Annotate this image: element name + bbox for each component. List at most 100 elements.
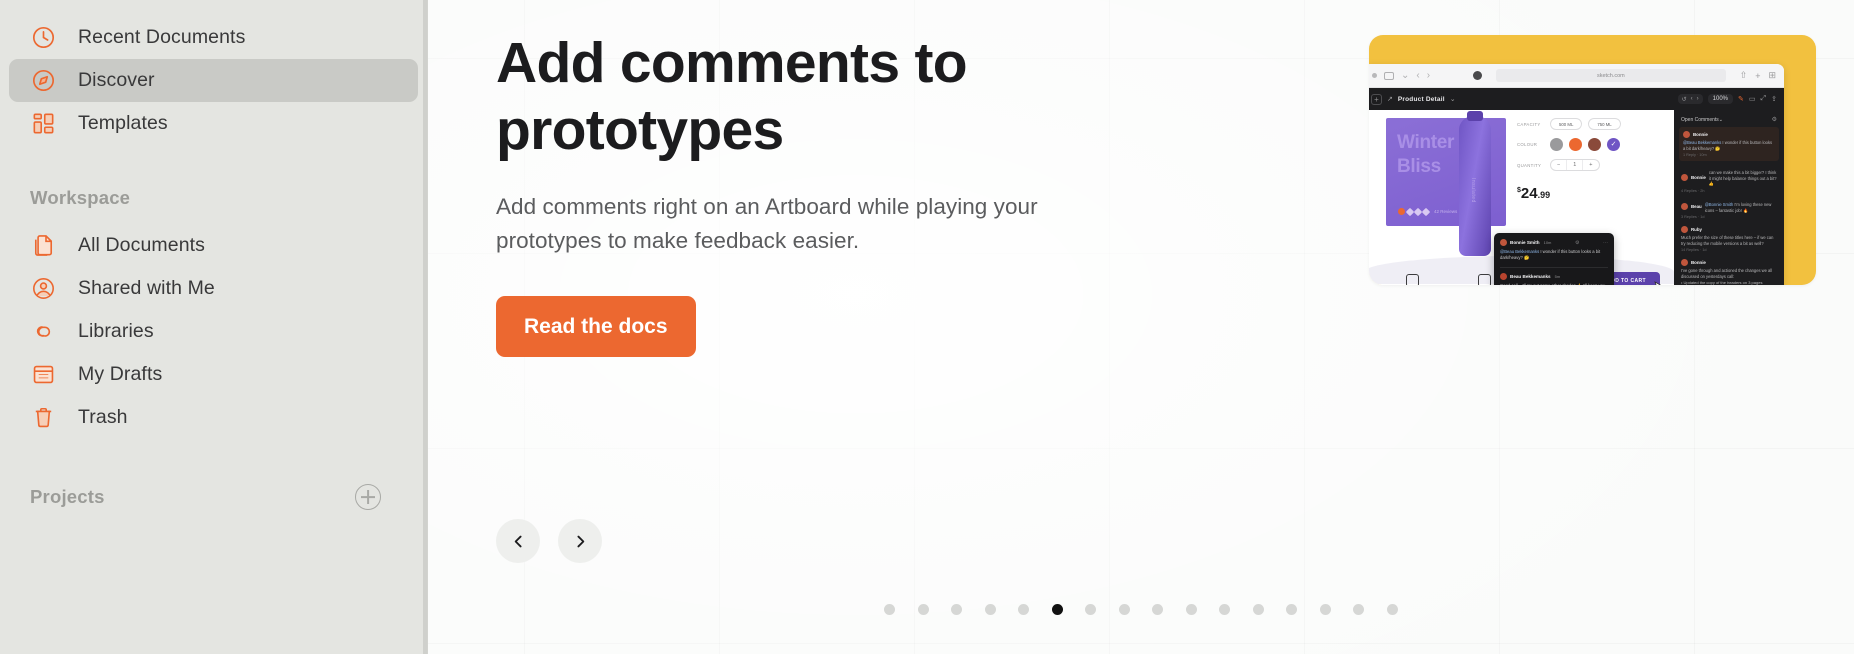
templates-grid-icon	[30, 110, 57, 137]
star-icon	[1421, 207, 1431, 216]
sidebar-item-templates[interactable]: Templates	[9, 102, 418, 145]
person-circle-icon	[30, 275, 57, 302]
avatar	[1683, 131, 1690, 138]
read-the-docs-button[interactable]: Read the docs	[496, 296, 696, 357]
device-icon: ▭	[1748, 96, 1756, 103]
carousel-next-button[interactable]	[558, 519, 602, 563]
comment-mention: @Beau Bekkemanks	[1683, 140, 1722, 145]
gear-icon[interactable]: ⚙	[1772, 116, 1777, 123]
documents-icon	[30, 232, 57, 259]
comment-list-item[interactable]: Beau @Bonnie Smith I'm loving these new i…	[1681, 200, 1777, 219]
comments-panel-title: Open Comments	[1681, 116, 1719, 123]
carousel-dot[interactable]	[1018, 604, 1030, 615]
browser-url[interactable]: sketch.com	[1496, 69, 1726, 82]
page-subtitle: Add comments right on an Artboard while …	[496, 194, 1038, 253]
more-icon[interactable]: ⋯	[1603, 240, 1608, 246]
comment-list-item[interactable]: Bonnie I've gone through and actioned th…	[1681, 259, 1777, 285]
browser-actions: ⇧ + ⊞	[1740, 70, 1776, 81]
avatar	[1500, 239, 1507, 246]
option-value[interactable]: 500 ML	[1550, 118, 1583, 130]
option-label: QUANTITY	[1517, 162, 1542, 168]
carousel-dot[interactable]	[1286, 604, 1298, 615]
rating: 42 Reviews	[1398, 207, 1457, 216]
app-toolbar: + ↗ Product Detail ⌄ ↺ ‹ › 100% ✎ ▭ ⤢ ⇪	[1369, 88, 1784, 110]
app-window: Recent Documents Discover Templates Work…	[0, 0, 1854, 654]
carousel-dot[interactable]	[1319, 604, 1331, 615]
sidebar-item-recent-documents[interactable]: Recent Documents	[9, 16, 418, 59]
avatar	[1681, 174, 1688, 182]
comment-body: @Beau Bekkemanks I wonder if this button…	[1500, 249, 1608, 261]
page-title: Add comments to prototypes	[496, 31, 968, 162]
carousel-dot[interactable]	[1185, 604, 1197, 615]
carousel-dot[interactable]	[1152, 604, 1164, 615]
chevron-down-icon: ⌄	[1401, 69, 1410, 81]
sidebar-item-my-drafts[interactable]: My Drafts	[9, 353, 418, 396]
colour-swatch-grey[interactable]	[1550, 138, 1563, 151]
sidebar-item-label: All Documents	[78, 234, 206, 256]
plus-circle-icon[interactable]	[355, 484, 381, 510]
product-price: $24.99	[1517, 185, 1664, 202]
carousel-dot[interactable]	[951, 604, 963, 615]
comments-panel: Open Comments ⌄ ⚙ Bonnie @Beau Bekkemank…	[1674, 110, 1784, 285]
carousel-dot[interactable]	[1386, 604, 1398, 615]
sidebar-scrollbar[interactable]	[423, 0, 427, 654]
reply-time: 5m	[1554, 274, 1561, 279]
star-icon	[1398, 208, 1405, 215]
option-label: COLOUR	[1517, 142, 1538, 147]
price-whole: 24	[1520, 185, 1538, 202]
colour-swatch-brown[interactable]	[1588, 138, 1601, 151]
gear-icon[interactable]: ⚙	[1575, 240, 1579, 246]
sidebar-icon	[1384, 71, 1394, 80]
colour-swatch-orange[interactable]	[1569, 138, 1582, 151]
quantity-decrease[interactable]: −	[1551, 160, 1566, 170]
comment-author: Ruby	[1691, 227, 1702, 233]
app-canvas: Winter Bliss 42 Reviews Insulated CAPACI…	[1369, 110, 1784, 285]
sidebar-item-all-documents[interactable]: All Documents	[9, 224, 418, 267]
comment-popover[interactable]: Bonnie Smith 10m ⚙ ⋯ @Beau Bekkemanks I …	[1494, 233, 1614, 285]
thermometer-icon	[1405, 274, 1419, 285]
sidebar: Recent Documents Discover Templates Work…	[0, 0, 428, 654]
comment-list-item[interactable]: Bonnie can we make this a bit bigger? I t…	[1681, 168, 1777, 193]
sidebar-item-label: Discover	[78, 69, 155, 91]
share-icon: ⇪	[1771, 96, 1777, 103]
quantity-increase[interactable]: +	[1582, 160, 1598, 170]
quantity-stepper[interactable]: − 1 +	[1550, 159, 1600, 171]
plus-icon: +	[1371, 93, 1382, 105]
avatar	[1681, 226, 1688, 234]
divider	[1500, 267, 1608, 268]
carousel-prev-button[interactable]	[496, 519, 540, 563]
chevron-down-icon[interactable]: ⌄	[1719, 117, 1723, 123]
avatar	[1681, 259, 1688, 267]
comment-meta: 14 Replies · 1d	[1681, 248, 1707, 253]
zoom-level[interactable]: 100%	[1707, 94, 1734, 104]
carousel-dot[interactable]	[917, 604, 929, 615]
share-icon: ⇧	[1739, 70, 1748, 80]
comment-list-item[interactable]: Bonnie @Beau Bekkemanks I wonder if this…	[1679, 127, 1779, 162]
carousel-dot[interactable]	[1353, 604, 1365, 615]
carousel-dot[interactable]	[1085, 604, 1097, 615]
sidebar-item-discover[interactable]: Discover	[9, 59, 418, 102]
sidebar-item-shared-with-me[interactable]: Shared with Me	[9, 267, 418, 310]
bottle-label: Insulated	[1470, 178, 1476, 203]
carousel-dot[interactable]	[1118, 604, 1130, 615]
chevron-down-icon: ⌄	[1449, 96, 1456, 103]
carousel-dot-active[interactable]	[1051, 604, 1063, 615]
comment-author: Bonnie	[1691, 175, 1706, 181]
fullscreen-icon: ⤢	[1760, 95, 1767, 102]
chevron-left-icon	[510, 533, 527, 550]
sidebar-section-label: Workspace	[30, 187, 131, 208]
browser-mockup: ⌄ ‹ › sketch.com ⇧ + ⊞ + ↗ Product Detai…	[1369, 64, 1784, 285]
carousel-dot[interactable]	[984, 604, 996, 615]
sidebar-item-libraries[interactable]: Libraries	[9, 310, 418, 353]
option-value[interactable]: 750 ML	[1588, 118, 1621, 130]
carousel-dot[interactable]	[1252, 604, 1264, 615]
sidebar-item-trash[interactable]: Trash	[9, 396, 418, 439]
price-cents: .99	[1537, 190, 1551, 200]
brand-line-2: Bliss	[1397, 156, 1441, 177]
carousel-dot[interactable]	[1219, 604, 1231, 615]
promo-image[interactable]: ⌄ ‹ › sketch.com ⇧ + ⊞ + ↗ Product Detai…	[1369, 35, 1816, 285]
colour-swatch-purple-selected[interactable]	[1607, 138, 1620, 151]
comment-list-item[interactable]: Ruby Much prefer the size of these title…	[1681, 226, 1777, 252]
carousel-dot[interactable]	[884, 604, 896, 615]
reply-author: Beau Bekkemanks	[1510, 274, 1551, 279]
